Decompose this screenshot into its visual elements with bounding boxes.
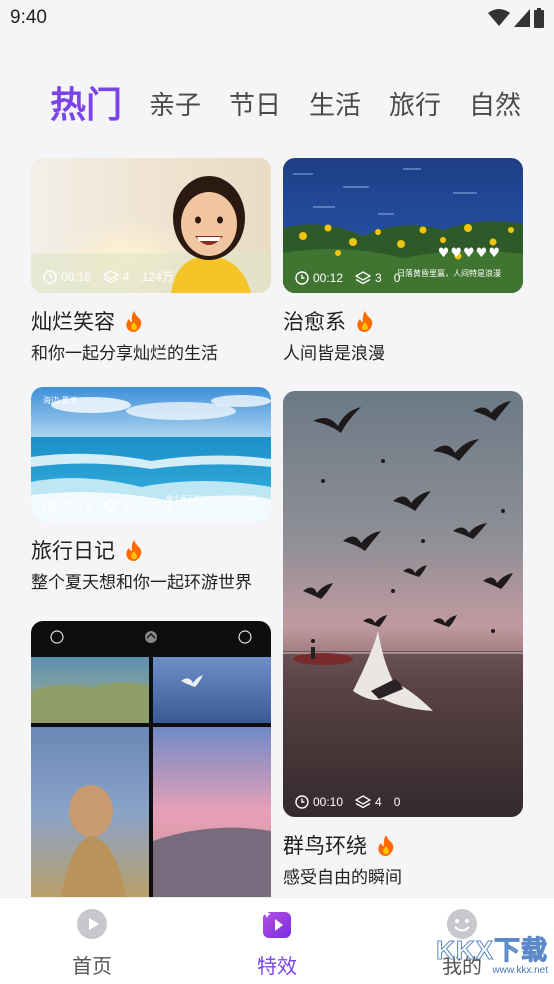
- wifi-icon: [488, 9, 510, 26]
- card-thumbnail[interactable]: ♥♥♥♥♥ 日落黄昏里赢，人间特是浪漫 00:12 3 0: [283, 158, 523, 293]
- seagulls-sunset-image: [283, 391, 523, 817]
- duration-label: 00:15: [61, 498, 92, 513]
- card-title: 群鸟环绕: [283, 834, 367, 858]
- layers-icon: [103, 269, 120, 283]
- card-subtitle: 和你一起分享灿烂的生活: [31, 344, 218, 364]
- template-card-collage[interactable]: [31, 621, 271, 897]
- status-time: 9:40: [10, 7, 47, 28]
- duration-label: 00:10: [313, 795, 344, 809]
- card-meta: 00:10 4 0: [295, 795, 412, 809]
- watermark-text: KKX下载: [436, 935, 548, 966]
- template-card-smile[interactable]: 00:16 4 124万 灿烂笑容 和你一起分享灿烂的生活: [31, 158, 271, 364]
- duration-label: 00:12: [313, 271, 344, 285]
- fire-icon: [126, 311, 142, 332]
- tab-festival[interactable]: 节日: [229, 78, 281, 134]
- template-card-travel[interactable]: 海边·夏天 整个夏天想和你一起环游世界 00:15 3 183万 旅行日记 整个…: [31, 387, 271, 593]
- card-title: 旅行日记: [31, 539, 115, 563]
- photo-collage-image: [31, 621, 271, 897]
- fire-icon: [378, 835, 394, 856]
- tab-nature[interactable]: 自然: [469, 78, 521, 134]
- nav-effects[interactable]: 特效: [217, 898, 337, 984]
- battery-icon: [534, 8, 544, 28]
- status-icons: [488, 7, 544, 29]
- views-count: 183万: [141, 499, 174, 513]
- card-subtitle: 人间皆是浪漫: [283, 344, 385, 364]
- layers-icon: [355, 271, 372, 285]
- card-title: 治愈系: [283, 310, 346, 334]
- card-thumbnail[interactable]: 00:16 4 124万: [31, 158, 271, 293]
- card-subtitle: 感受自由的瞬间: [283, 868, 402, 888]
- card-meta: 00:15 3 183万: [43, 497, 186, 514]
- views-count: 0: [393, 795, 401, 809]
- nav-label: 首页: [72, 954, 112, 978]
- tab-hot[interactable]: 热门: [50, 78, 122, 134]
- card-thumbnail[interactable]: 海边·夏天 整个夏天想和你一起环游世界 00:15 3 183万: [31, 387, 271, 522]
- tab-travel[interactable]: 旅行: [389, 78, 441, 134]
- play-circle-icon: [77, 909, 107, 939]
- card-thumbnail[interactable]: 00:10 4 0: [283, 391, 523, 817]
- overlay-top-text: 海边·夏天: [43, 396, 78, 405]
- card-meta: 00:12 3 0: [295, 271, 412, 285]
- card-thumbnail[interactable]: [31, 621, 271, 897]
- layers-count: 3: [123, 498, 130, 513]
- clock-icon: [43, 498, 57, 513]
- card-meta: 00:16 4 124万: [43, 268, 186, 285]
- clock-icon: [295, 795, 309, 809]
- layers-count: 3: [375, 271, 382, 285]
- tab-parent-child[interactable]: 亲子: [149, 78, 201, 134]
- views-count: 124万: [141, 270, 174, 284]
- nav-home[interactable]: 首页: [32, 898, 152, 984]
- views-count: 0: [393, 271, 401, 285]
- duration-label: 00:16: [61, 269, 92, 284]
- fire-icon: [357, 311, 373, 332]
- fire-icon: [126, 540, 142, 561]
- hearts-overlay: ♥♥♥♥♥: [437, 246, 501, 261]
- layers-icon: [355, 795, 372, 809]
- clock-icon: [43, 269, 57, 284]
- card-subtitle: 整个夏天想和你一起环游世界: [31, 573, 252, 593]
- nav-label: 特效: [257, 954, 297, 978]
- clock-icon: [295, 271, 309, 285]
- signal-icon: [514, 9, 530, 27]
- card-title: 灿烂笑容: [31, 310, 115, 334]
- layers-count: 4: [375, 795, 382, 809]
- watermark-logo: KKX下载 www.kkx.net: [436, 930, 548, 977]
- layers-icon: [103, 498, 120, 512]
- tab-life[interactable]: 生活: [309, 78, 361, 134]
- template-card-birds[interactable]: 00:10 4 0 群鸟环绕 感受自由的瞬间: [283, 391, 523, 888]
- overlay-caption: 日落黄昏里赢，人间特是浪漫: [397, 269, 501, 278]
- template-card-healing[interactable]: ♥♥♥♥♥ 日落黄昏里赢，人间特是浪漫 00:12 3 0 治愈系 人间皆是浪漫: [283, 158, 523, 364]
- effects-icon: [263, 910, 291, 938]
- layers-count: 4: [123, 269, 130, 284]
- category-tabs: 热门 亲子 节日 生活 旅行 自然: [0, 78, 554, 138]
- status-bar: 9:40: [0, 0, 554, 38]
